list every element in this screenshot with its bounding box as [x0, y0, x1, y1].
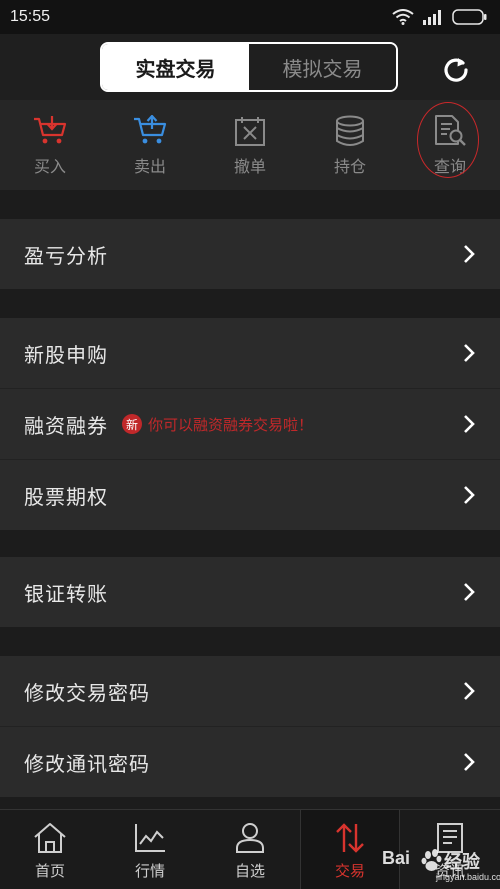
- watermark-url: jingyan.baidu.com: [436, 872, 500, 882]
- cancel-order-button[interactable]: 撤单: [200, 100, 300, 190]
- chevron-right-icon: [464, 682, 475, 700]
- watermark-brand-cn: 经验: [444, 852, 480, 872]
- menu-row-change-comm-password[interactable]: 修改通讯密码: [0, 727, 500, 797]
- tab-market-label: 行情: [134, 861, 165, 880]
- menu-row-stock-options[interactable]: 股票期权: [0, 460, 500, 530]
- stock-options-label: 股票期权: [24, 484, 108, 509]
- watchlist-user-icon: [236, 822, 264, 853]
- trade-mode-switch: 实盘交易 模拟交易: [100, 42, 398, 92]
- status-icons: [392, 9, 488, 25]
- new-badge: 新: [122, 414, 142, 434]
- tab-home-label: 首页: [34, 861, 65, 880]
- holdings-label: 持仓: [333, 157, 366, 176]
- status-time: 15:55: [10, 8, 51, 25]
- profit-analysis-label: 盈亏分析: [24, 243, 108, 268]
- tab-home[interactable]: 首页: [0, 810, 100, 889]
- watermark-brand: Bai: [382, 848, 411, 868]
- margin-promo-text: 你可以融资融券交易啦！: [148, 415, 314, 434]
- menu-row-margin-trading[interactable]: 融资融券 新 你可以融资融券交易啦！: [0, 389, 500, 459]
- bank-transfer-label: 银证转账: [24, 581, 108, 606]
- tab-real-trading[interactable]: 实盘交易: [102, 44, 249, 90]
- refresh-icon: [444, 58, 468, 82]
- ipo-subscribe-label: 新股申购: [24, 342, 108, 367]
- menu-row-ipo-subscribe[interactable]: 新股申购: [0, 318, 500, 388]
- chevron-right-icon: [464, 583, 475, 601]
- menu-row-change-trade-password[interactable]: 修改交易密码: [0, 656, 500, 726]
- tab-simulated-trading[interactable]: 模拟交易: [249, 44, 396, 90]
- wifi-icon: [392, 9, 414, 25]
- chevron-right-icon: [464, 415, 475, 433]
- cart-sell-icon: [134, 115, 167, 144]
- holdings-button[interactable]: 持仓: [300, 100, 400, 190]
- chevron-right-icon: [464, 486, 475, 504]
- trade-arrows-icon: [336, 822, 364, 853]
- chevron-right-icon: [464, 344, 475, 362]
- sell-label: 卖出: [133, 157, 166, 176]
- chevron-right-icon: [464, 245, 475, 263]
- tab-trade-label: 交易: [334, 861, 365, 880]
- menu-row-profit-analysis[interactable]: 盈亏分析: [0, 219, 500, 289]
- buy-button[interactable]: 买入: [0, 100, 100, 190]
- sell-button[interactable]: 卖出: [100, 100, 200, 190]
- baidu-jingyan-watermark: Bai 经验 jingyan.baidu.com: [378, 846, 500, 886]
- tab-watchlist-label: 自选: [234, 861, 265, 880]
- menu-row-bank-transfer[interactable]: 银证转账: [0, 557, 500, 627]
- home-icon: [34, 822, 66, 853]
- header: 实盘交易 模拟交易: [0, 34, 500, 100]
- change-comm-password-label: 修改通讯密码: [24, 751, 150, 776]
- buy-label: 买入: [33, 157, 66, 176]
- change-trade-password-label: 修改交易密码: [24, 680, 150, 705]
- cancel-order-icon: [235, 117, 265, 146]
- tab-watchlist[interactable]: 自选: [200, 810, 300, 889]
- status-bar: 15:55: [0, 0, 500, 34]
- market-chart-icon: [135, 823, 165, 852]
- signal-icon: [423, 10, 441, 25]
- cart-buy-icon: [34, 116, 67, 144]
- holdings-stack-icon: [336, 115, 364, 146]
- battery-icon: [452, 9, 487, 25]
- refresh-button[interactable]: [436, 50, 476, 90]
- tab-market[interactable]: 行情: [100, 810, 200, 889]
- chevron-right-icon: [464, 753, 475, 771]
- cancel-order-label: 撤单: [233, 157, 266, 176]
- margin-trading-label: 融资融券: [24, 413, 108, 438]
- highlight-circle-annotation: [417, 102, 479, 178]
